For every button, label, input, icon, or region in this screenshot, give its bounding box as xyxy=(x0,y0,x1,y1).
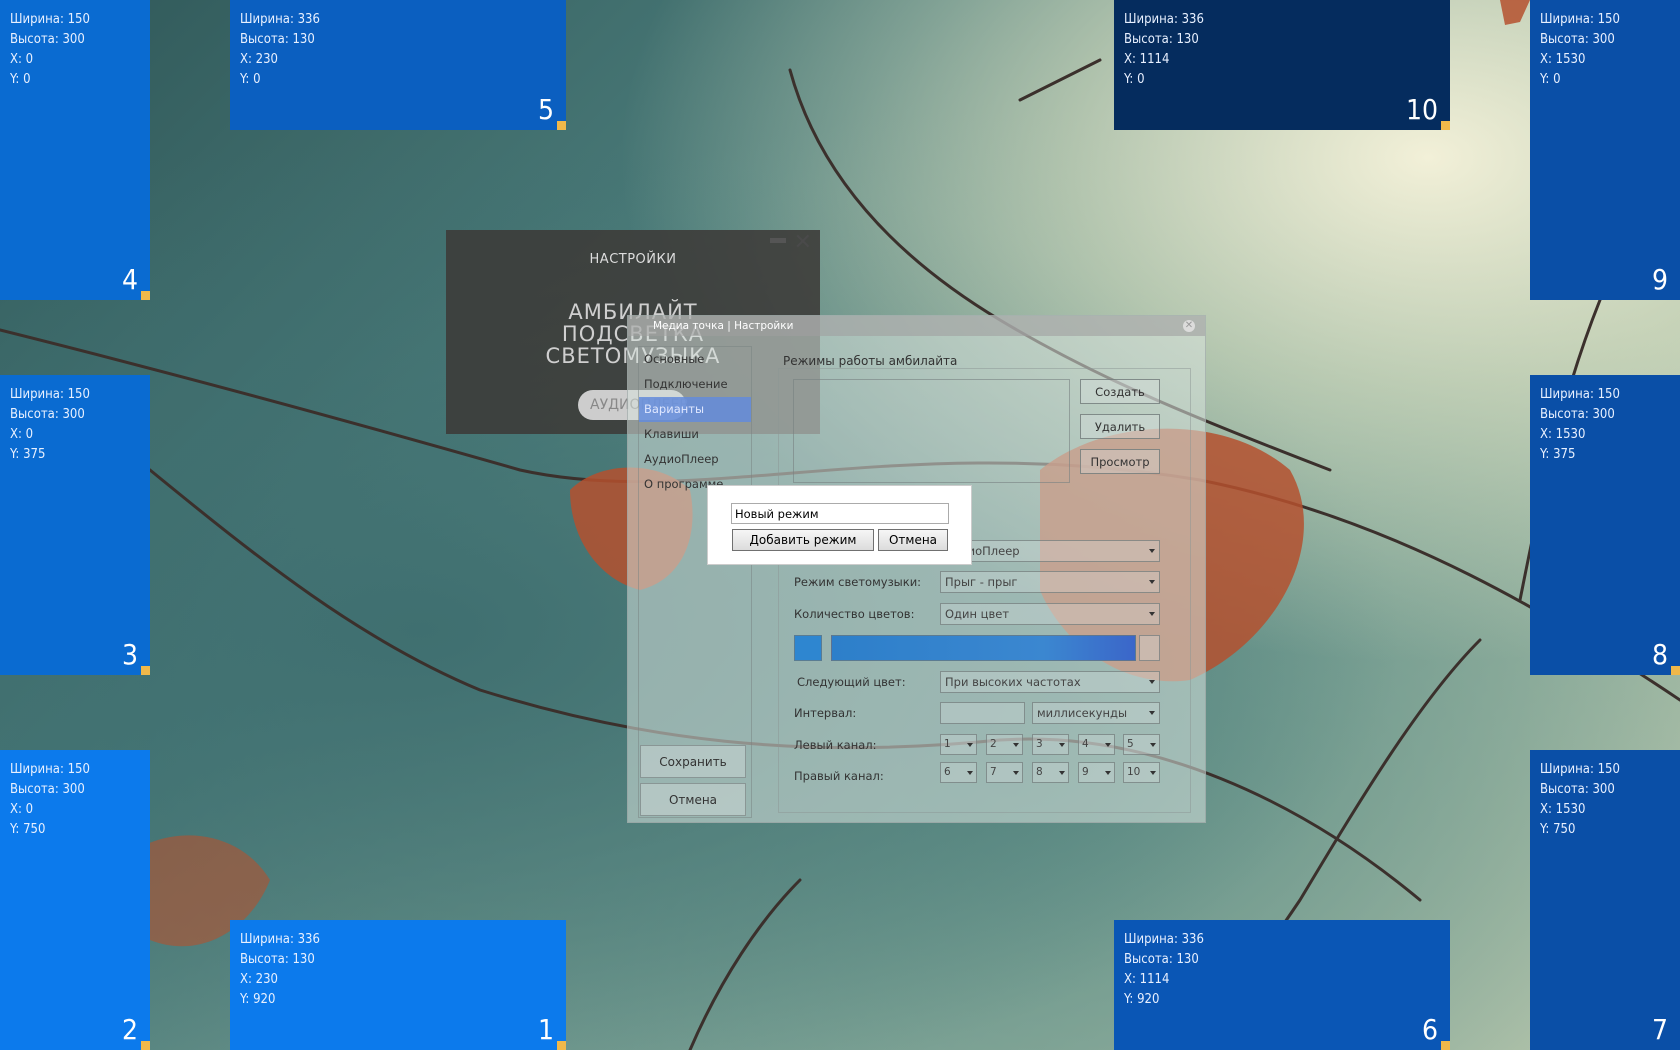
resize-handle[interactable] xyxy=(1441,1041,1450,1050)
modes-group: Создать Удалить Просмотр АудиоПлеер Режи… xyxy=(778,368,1191,813)
nav-item-audioplayer[interactable]: АудиоПлеер xyxy=(639,447,751,472)
left-channel-5[interactable]: 5 xyxy=(1123,734,1160,755)
zone-info: Ширина: 336 Высота: 130 X: 1114 Y: 920 xyxy=(1124,932,1204,1007)
modes-list[interactable] xyxy=(793,379,1070,483)
resize-handle[interactable] xyxy=(1441,121,1450,130)
color-slider[interactable] xyxy=(831,635,1136,661)
color-swatch[interactable] xyxy=(794,635,822,661)
zone-number: 2 xyxy=(121,1013,138,1046)
group-title: Режимы работы амбилайта xyxy=(783,354,958,368)
next-color-label: Следующий цвет: xyxy=(797,675,906,689)
zone-number: 9 xyxy=(1651,263,1668,296)
zone-4[interactable]: Ширина: 150 Высота: 300 X: 0 Y: 0 4 xyxy=(0,0,150,300)
cancel-button[interactable]: Отмена xyxy=(640,783,746,816)
zone-number: 8 xyxy=(1651,638,1668,671)
left-channel-4[interactable]: 4 xyxy=(1078,734,1115,755)
next-color-select[interactable]: При высоких частотах xyxy=(940,671,1160,693)
settings-window: Медиа точка | Настройки ✕ Основные Подкл… xyxy=(627,315,1206,823)
left-channel-2[interactable]: 2 xyxy=(986,734,1023,755)
nav-item-connection[interactable]: Подключение xyxy=(639,372,751,397)
zone-number: 10 xyxy=(1405,93,1438,126)
right-channel-label: Правый канал: xyxy=(794,769,884,783)
colors-count-select[interactable]: Один цвет xyxy=(940,603,1160,625)
zone-number: 4 xyxy=(121,263,138,296)
zone-2[interactable]: Ширина: 150 Высота: 300 X: 0 Y: 750 2 xyxy=(0,750,150,1050)
resize-handle[interactable] xyxy=(557,121,566,130)
close-icon[interactable]: ✕ xyxy=(1183,320,1195,332)
delete-button[interactable]: Удалить xyxy=(1080,414,1160,439)
resize-handle[interactable] xyxy=(141,1041,150,1050)
zone-number: 3 xyxy=(121,638,138,671)
window-titlebar[interactable]: Медиа точка | Настройки ✕ xyxy=(628,316,1205,336)
zone-number: 6 xyxy=(1421,1013,1438,1046)
zone-number: 7 xyxy=(1651,1013,1668,1046)
zone-8[interactable]: Ширина: 150 Высота: 300 X: 1530 Y: 375 8 xyxy=(1530,375,1680,675)
zone-6[interactable]: Ширина: 336 Высота: 130 X: 1114 Y: 920 6 xyxy=(1114,920,1450,1050)
resize-handle[interactable] xyxy=(141,666,150,675)
zone-9[interactable]: Ширина: 150 Высота: 300 X: 1530 Y: 0 9 xyxy=(1530,0,1680,300)
minimize-icon[interactable] xyxy=(770,238,786,243)
mode-name-input[interactable] xyxy=(731,503,949,524)
source-select[interactable]: АудиоПлеер xyxy=(940,540,1160,562)
zone-info: Ширина: 336 Высота: 130 X: 230 Y: 920 xyxy=(240,932,320,1007)
settings-nav: Основные Подключение Варианты Клавиши Ау… xyxy=(638,346,752,818)
nav-item-keys[interactable]: Клавиши xyxy=(639,422,751,447)
create-button[interactable]: Создать xyxy=(1080,379,1160,404)
interval-unit-select[interactable]: миллисекунды xyxy=(1032,702,1160,724)
zone-info: Ширина: 150 Высота: 300 X: 0 Y: 750 xyxy=(10,762,90,837)
save-button[interactable]: Сохранить xyxy=(640,745,746,778)
zone-5[interactable]: Ширина: 336 Высота: 130 X: 230 Y: 0 5 xyxy=(230,0,566,130)
zone-1[interactable]: Ширина: 336 Высота: 130 X: 230 Y: 920 1 xyxy=(230,920,566,1050)
dialog-cancel-button[interactable]: Отмена xyxy=(878,529,948,551)
left-channel-1[interactable]: 1 xyxy=(940,734,977,755)
nav-item-main[interactable]: Основные xyxy=(639,347,751,372)
add-mode-dialog: Добавить режим Отмена xyxy=(707,485,972,565)
zone-7[interactable]: Ширина: 150 Высота: 300 X: 1530 Y: 750 7 xyxy=(1530,750,1680,1050)
zone-info: Ширина: 336 Высота: 130 X: 1114 Y: 0 xyxy=(1124,12,1204,87)
zone-info: Ширина: 150 Высота: 300 X: 1530 Y: 375 xyxy=(1540,387,1620,462)
interval-label: Интервал: xyxy=(794,706,857,720)
zone-info: Ширина: 336 Высота: 130 X: 230 Y: 0 xyxy=(240,12,320,87)
settings-main: Режимы работы амбилайта Создать Удалить … xyxy=(778,338,1198,818)
color-picker-button[interactable] xyxy=(1139,635,1160,661)
right-channel-5[interactable]: 10 xyxy=(1123,762,1160,783)
music-mode-select[interactable]: Прыг - прыг xyxy=(940,571,1160,593)
hud-title: НАСТРОЙКИ xyxy=(589,252,677,267)
zone-number: 1 xyxy=(537,1013,554,1046)
zone-number: 5 xyxy=(537,93,554,126)
zone-info: Ширина: 150 Высота: 300 X: 0 Y: 0 xyxy=(10,12,90,87)
colors-count-label: Количество цветов: xyxy=(794,607,915,621)
preview-button[interactable]: Просмотр xyxy=(1080,449,1160,474)
zone-info: Ширина: 150 Высота: 300 X: 0 Y: 375 xyxy=(10,387,90,462)
window-title: Медиа точка | Настройки xyxy=(653,320,794,332)
resize-handle[interactable] xyxy=(557,1041,566,1050)
zone-info: Ширина: 150 Высота: 300 X: 1530 Y: 750 xyxy=(1540,762,1620,837)
right-channel-1[interactable]: 6 xyxy=(940,762,977,783)
interval-input[interactable] xyxy=(940,702,1025,724)
left-channel-3[interactable]: 3 xyxy=(1032,734,1069,755)
right-channel-3[interactable]: 8 xyxy=(1032,762,1069,783)
resize-handle[interactable] xyxy=(141,291,150,300)
zone-info: Ширина: 150 Высота: 300 X: 1530 Y: 0 xyxy=(1540,12,1620,87)
music-mode-label: Режим светомузыки: xyxy=(794,575,922,589)
zone-10[interactable]: Ширина: 336 Высота: 130 X: 1114 Y: 0 10 xyxy=(1114,0,1450,130)
zone-3[interactable]: Ширина: 150 Высота: 300 X: 0 Y: 375 3 xyxy=(0,375,150,675)
resize-handle[interactable] xyxy=(1671,666,1680,675)
nav-item-variants[interactable]: Варианты xyxy=(639,397,751,422)
right-channel-4[interactable]: 9 xyxy=(1078,762,1115,783)
right-channel-2[interactable]: 7 xyxy=(986,762,1023,783)
left-channel-label: Левый канал: xyxy=(794,738,877,752)
add-mode-button[interactable]: Добавить режим xyxy=(732,529,874,551)
